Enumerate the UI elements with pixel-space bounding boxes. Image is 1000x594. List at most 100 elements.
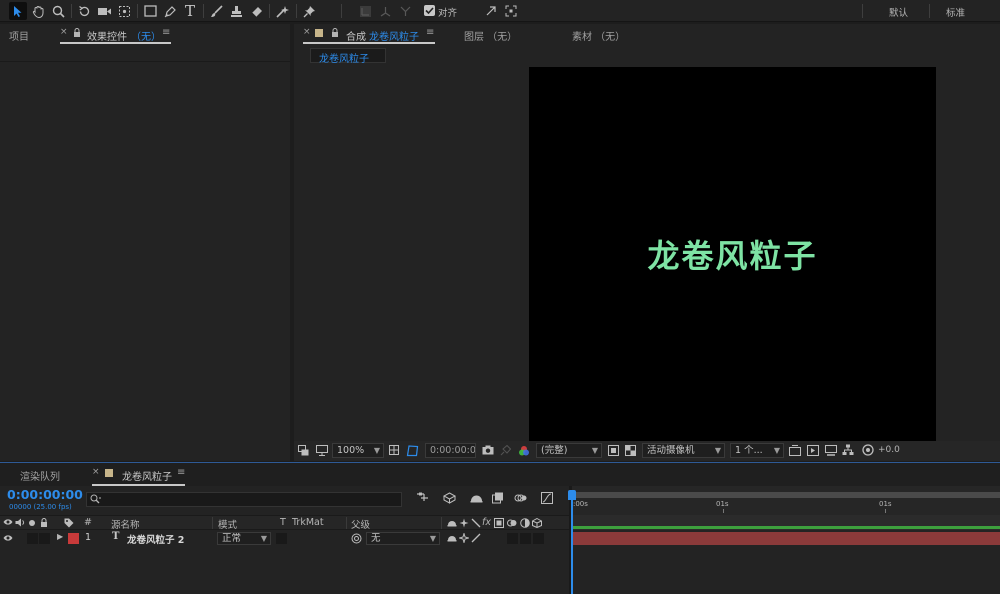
layer-mode-dropdown[interactable]: 正常 ▼ bbox=[217, 532, 271, 545]
layer-collapse-icon[interactable] bbox=[459, 533, 469, 543]
eraser-tool-icon[interactable] bbox=[247, 2, 265, 20]
align-checkbox[interactable] bbox=[424, 5, 435, 16]
shy-layers-icon[interactable] bbox=[470, 492, 483, 503]
frame-blending-icon[interactable] bbox=[492, 492, 504, 504]
views-dropdown[interactable]: 1 个... ▼ bbox=[730, 443, 784, 458]
resolution-dropdown[interactable]: (完整) ▼ bbox=[536, 443, 602, 458]
tab-footage[interactable]: 素材 （无） bbox=[572, 28, 625, 43]
tab-timeline-comp[interactable]: 龙卷风粒子 bbox=[122, 468, 172, 483]
layer-visibility-eye-icon[interactable] bbox=[3, 534, 13, 542]
tab-layer[interactable]: 图层 （无） bbox=[464, 28, 517, 43]
snap-arrow-icon[interactable] bbox=[482, 2, 500, 20]
layer-quality-icon[interactable] bbox=[471, 533, 481, 543]
close-icon[interactable]: × bbox=[92, 467, 100, 477]
type-tool-icon[interactable]: T bbox=[181, 2, 199, 20]
tab-project[interactable]: 项目 bbox=[9, 28, 29, 43]
pan-behind-tool-icon[interactable] bbox=[115, 2, 133, 20]
always-preview-icon[interactable] bbox=[298, 445, 309, 456]
solo-icon[interactable] bbox=[29, 520, 35, 526]
comp-flowchart-icon[interactable] bbox=[842, 444, 854, 456]
draft-3d-icon[interactable] bbox=[443, 492, 456, 504]
layer-duration-bar[interactable] bbox=[572, 532, 1000, 545]
current-time-field[interactable]: 0:00:00:00 bbox=[425, 443, 476, 458]
layer-row[interactable]: ▶ 1 T 龙卷风粒子 2 正常 ▼ 无 ▼ bbox=[0, 531, 569, 546]
exposure-value[interactable]: +0.0 bbox=[878, 445, 900, 455]
toggle-pixel-aspect-icon[interactable] bbox=[789, 445, 801, 456]
channel-rgb-icon[interactable] bbox=[518, 445, 530, 457]
brush-tool-icon[interactable] bbox=[207, 2, 225, 20]
pick-whip-icon[interactable] bbox=[351, 533, 362, 544]
local-axis-icon[interactable] bbox=[356, 2, 374, 20]
lock-icon[interactable] bbox=[331, 28, 339, 38]
motion-blur-icon[interactable] bbox=[514, 492, 527, 504]
menu-icon[interactable]: ≡ bbox=[177, 467, 185, 478]
graph-editor-icon[interactable] bbox=[541, 492, 553, 504]
expand-layer-icon[interactable]: ▶ bbox=[57, 532, 63, 541]
collapse-switch-icon[interactable] bbox=[459, 518, 469, 528]
roto-brush-tool-icon[interactable] bbox=[274, 2, 292, 20]
frame-blend-switch-icon[interactable] bbox=[494, 518, 504, 528]
video-visibility-icon[interactable] bbox=[3, 518, 13, 526]
menu-icon[interactable]: ≡ bbox=[426, 27, 434, 38]
comp-mini-flowchart-icon[interactable] bbox=[416, 492, 429, 503]
lock-icon[interactable] bbox=[40, 518, 48, 528]
rectangle-tool-icon[interactable] bbox=[141, 2, 159, 20]
breadcrumb-comp[interactable]: 龙卷风粒子 bbox=[319, 50, 369, 65]
camera-tool-icon[interactable] bbox=[95, 2, 113, 20]
current-time-display[interactable]: 0:00:00:00 bbox=[7, 487, 83, 502]
snap-grid-icon[interactable] bbox=[502, 2, 520, 20]
column-source-name[interactable]: 源名称 bbox=[111, 517, 140, 531]
mask-visibility-icon[interactable] bbox=[406, 444, 419, 457]
rotation-tool-icon[interactable] bbox=[75, 2, 93, 20]
canvas-text[interactable]: 龙卷风粒子 bbox=[529, 231, 936, 277]
fx-switch-icon[interactable]: fx bbox=[482, 517, 491, 528]
layer-motion-blur-box[interactable] bbox=[507, 533, 518, 544]
hand-tool-icon[interactable] bbox=[29, 2, 47, 20]
tab-render-queue[interactable]: 渲染队列 bbox=[20, 468, 60, 483]
transparency-grid-icon[interactable] bbox=[625, 445, 636, 456]
fast-preview-icon[interactable] bbox=[807, 445, 819, 456]
layer-parent-dropdown[interactable]: 无 ▼ bbox=[366, 532, 440, 545]
quality-switch-icon[interactable] bbox=[471, 518, 481, 528]
close-icon[interactable]: × bbox=[303, 27, 311, 37]
time-ruler[interactable]: :00s 01s 01s bbox=[572, 486, 1000, 515]
workspace-default[interactable]: 默认 bbox=[889, 5, 908, 19]
pen-tool-icon[interactable] bbox=[161, 2, 179, 20]
puppet-pin-tool-icon[interactable] bbox=[300, 2, 318, 20]
label-tag-icon[interactable] bbox=[64, 518, 74, 528]
tab-effects-label[interactable]: 效果控件 bbox=[87, 28, 127, 43]
playhead[interactable] bbox=[571, 490, 573, 594]
show-snapshot-icon[interactable] bbox=[500, 445, 511, 456]
preserve-transparency-box[interactable] bbox=[276, 533, 287, 544]
breadcrumb[interactable]: 龙卷风粒子 bbox=[310, 48, 386, 65]
zoom-tool-icon[interactable] bbox=[49, 2, 67, 20]
timeline-link-icon[interactable] bbox=[825, 445, 837, 456]
layer-shy-icon[interactable] bbox=[447, 533, 457, 542]
exposure-reset-icon[interactable] bbox=[862, 444, 874, 456]
zoom-dropdown[interactable]: 100% ▼ bbox=[332, 443, 384, 458]
grid-guide-icon[interactable] bbox=[389, 445, 401, 457]
comp-canvas[interactable]: 龙卷风粒子 bbox=[529, 67, 936, 441]
region-of-interest-icon[interactable] bbox=[608, 445, 619, 456]
track-area[interactable] bbox=[572, 515, 1000, 594]
monitor-icon[interactable] bbox=[316, 445, 328, 456]
layer-solo-box[interactable] bbox=[27, 533, 38, 544]
tab-comp-name[interactable]: 龙卷风粒子 bbox=[369, 28, 419, 43]
motion-blur-switch-icon[interactable] bbox=[507, 518, 517, 528]
layer-3d-box[interactable] bbox=[533, 533, 544, 544]
playhead-handle[interactable] bbox=[568, 490, 576, 500]
clone-stamp-tool-icon[interactable] bbox=[227, 2, 245, 20]
audio-icon[interactable] bbox=[15, 518, 25, 527]
work-area-bar[interactable] bbox=[572, 492, 1000, 498]
3d-layer-switch-icon[interactable] bbox=[532, 518, 542, 528]
layer-search-input[interactable] bbox=[86, 492, 402, 507]
snapshot-camera-icon[interactable] bbox=[482, 445, 494, 455]
tab-comp-prefix[interactable]: 合成 bbox=[346, 28, 366, 43]
layer-name[interactable]: 龙卷风粒子 2 bbox=[127, 532, 184, 546]
close-icon[interactable]: × bbox=[60, 27, 68, 37]
layer-adjustment-box[interactable] bbox=[520, 533, 531, 544]
workspace-standard[interactable]: 标准 bbox=[946, 5, 965, 19]
shy-switch-icon[interactable] bbox=[447, 518, 457, 527]
camera-dropdown[interactable]: 活动摄像机 ▼ bbox=[642, 443, 725, 458]
view-axis-icon[interactable] bbox=[396, 2, 414, 20]
